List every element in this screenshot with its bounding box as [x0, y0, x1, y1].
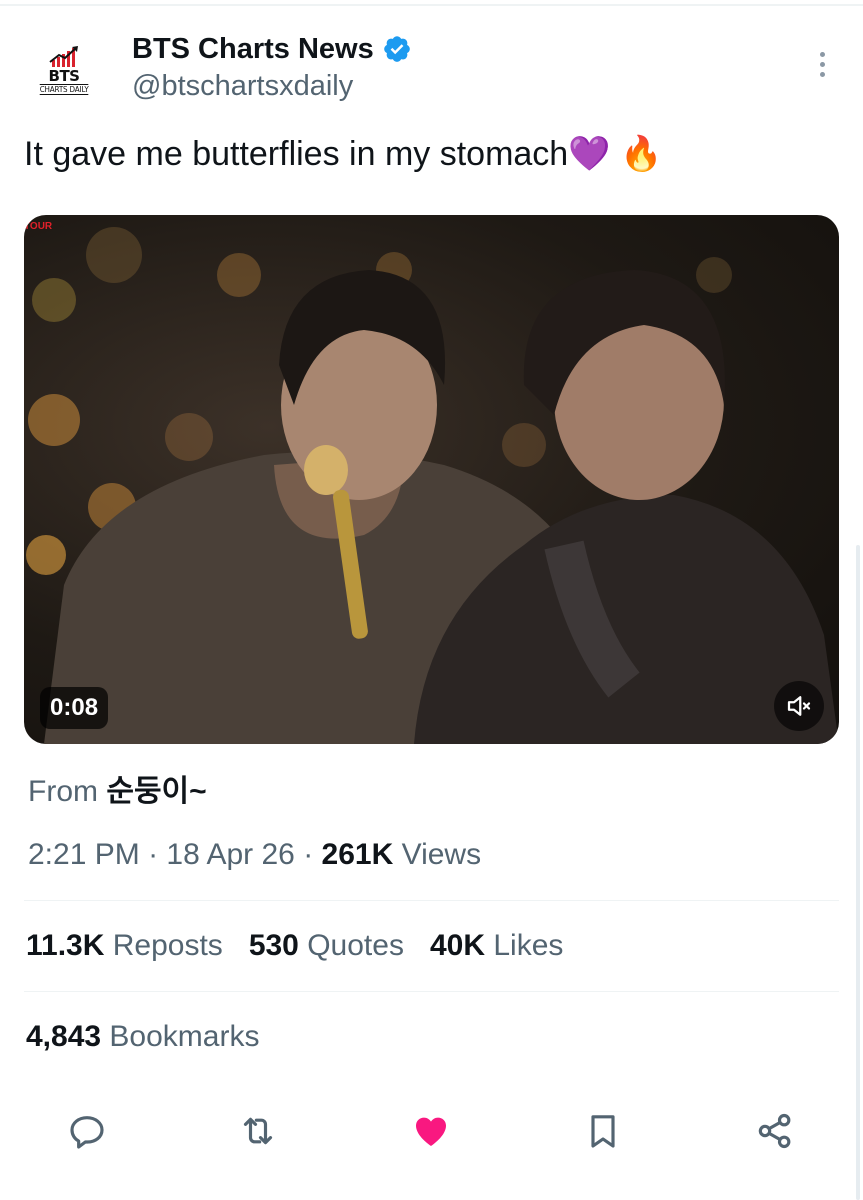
views-count: 261K: [321, 838, 394, 871]
quotes-stat[interactable]: 530 Quotes: [249, 929, 404, 963]
reply-icon: [70, 1116, 104, 1149]
handle[interactable]: @btschartsxdaily: [132, 70, 353, 103]
repost-icon: [243, 1117, 273, 1145]
display-name-row[interactable]: BTS Charts News: [132, 30, 412, 68]
divider: [24, 900, 839, 901]
scrollbar[interactable]: [856, 545, 860, 1200]
likes-label: Likes: [493, 929, 564, 962]
bookmark-icon: [591, 1115, 615, 1148]
verified-badge-icon: [383, 36, 410, 62]
chart-up-icon: [49, 45, 78, 67]
video-frame: [26, 227, 839, 744]
action-bar: [0, 1106, 863, 1156]
bookmarks-label: Bookmarks: [109, 1020, 260, 1053]
avatar[interactable]: BTS CHARTS DAILY: [24, 30, 104, 110]
tweet-time[interactable]: 2:21 PM: [28, 838, 140, 871]
tweet-date[interactable]: 18 Apr 26: [166, 838, 294, 871]
share-button[interactable]: [750, 1106, 800, 1156]
reposts-count: 11.3K: [26, 929, 105, 962]
engagement-stats: 11.3K Reposts 530 Quotes 40K Likes: [26, 929, 563, 963]
source-prefix: From: [28, 775, 98, 808]
more-dot: [819, 51, 825, 57]
display-name[interactable]: BTS Charts News: [132, 33, 374, 66]
quotes-count: 530: [248, 929, 299, 962]
bookmarks-stat[interactable]: 4,843 Bookmarks: [26, 1020, 259, 1054]
avatar-brand-text: BTS: [48, 66, 80, 85]
video-duration-badge: 0:08: [40, 687, 109, 729]
more-dot: [819, 71, 825, 77]
likes-stat[interactable]: 40K Likes: [430, 929, 563, 963]
views-label: Views: [401, 838, 482, 871]
bookmarks-count: 4,843: [26, 1020, 102, 1053]
top-divider: [0, 4, 863, 6]
share-icon: [758, 1113, 791, 1149]
source-line: From 순둥이~: [28, 766, 207, 810]
reposts-stat[interactable]: 11.3K Reposts: [26, 929, 223, 963]
more-options-button[interactable]: [808, 44, 836, 84]
meta-separator: ·: [148, 838, 159, 871]
avatar-sub-text: CHARTS DAILY: [39, 83, 89, 95]
reply-button[interactable]: [62, 1106, 112, 1156]
quotes-label: Quotes: [307, 929, 404, 962]
tweet-text: It gave me butterflies in my stomach💜 🔥: [24, 135, 663, 173]
reposts-label: Reposts: [112, 929, 223, 962]
mute-toggle-button[interactable]: [774, 681, 824, 731]
bookmark-button[interactable]: [578, 1106, 628, 1156]
repost-button[interactable]: [233, 1106, 283, 1156]
channel-logo: TOUR: [24, 221, 53, 232]
likes-count: 40K: [429, 929, 485, 962]
timestamp-line: 2:21 PM · 18 Apr 26 · 261K Views: [28, 838, 481, 872]
source-name-link[interactable]: 순둥이~: [106, 775, 206, 808]
tweet-detail-page: BTS CHARTS DAILY BTS Charts News @btscha…: [0, 0, 863, 1200]
meta-separator: ·: [303, 838, 314, 871]
like-icon: [416, 1117, 446, 1146]
video-player[interactable]: TOUR 0:08: [24, 215, 839, 744]
more-dot: [819, 61, 825, 67]
divider: [24, 991, 839, 992]
like-button[interactable]: [406, 1106, 456, 1156]
speaker-muted-icon: [787, 696, 811, 716]
